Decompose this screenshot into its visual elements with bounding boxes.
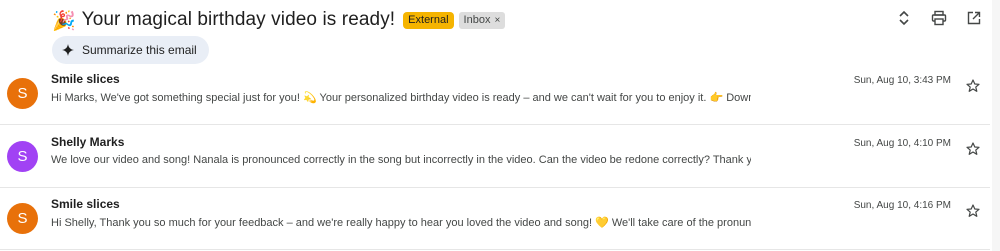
inbox-label-text: Inbox (463, 13, 491, 26)
message-date: Sun, Aug 10, 4:10 PM (853, 138, 951, 149)
avatar: S (7, 141, 38, 172)
open-new-window-icon[interactable] (966, 10, 982, 26)
inbox-label[interactable]: Inbox × (458, 11, 506, 29)
message-snippet: We love our video and song! Nanala is pr… (51, 154, 751, 166)
subject-row: 🎉 Your magical birthday video is ready! … (52, 7, 506, 33)
avatar: S (7, 203, 38, 234)
remove-label-icon[interactable]: × (494, 14, 500, 27)
sender-name: Smile slices (51, 197, 120, 211)
summarize-label: Summarize this email (82, 43, 197, 57)
star-icon[interactable] (966, 204, 980, 218)
avatar: S (7, 78, 38, 109)
summarize-button[interactable]: Summarize this email (52, 36, 209, 64)
message-date: Sun, Aug 10, 3:43 PM (853, 75, 951, 86)
expand-collapse-icon[interactable] (896, 10, 912, 26)
message-row[interactable]: S Smile slices Hi Marks, We've got somet… (0, 63, 990, 125)
sender-name: Shelly Marks (51, 135, 125, 149)
sparkle-icon (62, 44, 74, 56)
star-icon[interactable] (966, 79, 980, 93)
sender-name: Smile slices (51, 72, 120, 86)
message-snippet: Hi Marks, We've got something special ju… (51, 92, 751, 104)
scrollbar[interactable] (992, 0, 1000, 251)
message-snippet: Hi Shelly, Thank you so much for your fe… (51, 217, 751, 229)
print-icon[interactable] (931, 10, 947, 26)
header-actions (896, 10, 982, 26)
message-row[interactable]: S Shelly Marks We love our video and son… (0, 126, 990, 188)
email-subject: Your magical birthday video is ready! (81, 9, 396, 30)
external-label: External (403, 11, 454, 29)
message-date: Sun, Aug 10, 4:16 PM (853, 200, 951, 211)
email-header: 🎉 Your magical birthday video is ready! … (0, 0, 1000, 70)
message-row[interactable]: S Smile slices Hi Shelly, Thank you so m… (0, 188, 990, 250)
party-popper-emoji: 🎉 (52, 9, 76, 32)
star-icon[interactable] (966, 142, 980, 156)
